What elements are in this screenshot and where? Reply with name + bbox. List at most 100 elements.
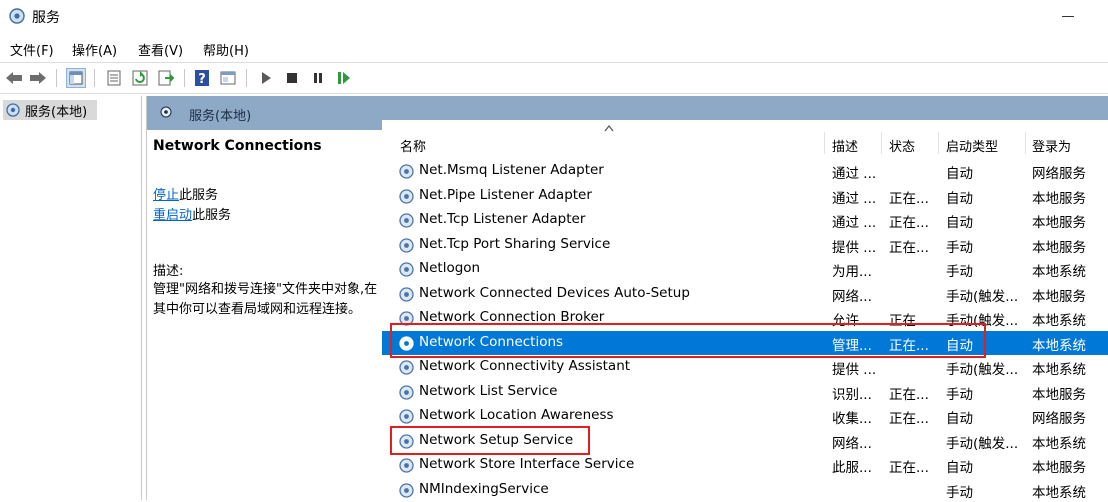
view-icon[interactable] [218,68,238,88]
column-header-log-on-as[interactable]: 登录为 [1032,136,1071,155]
service-startup-type-cell: 自动 [946,460,973,476]
service-description-cell: 通过 ... [832,215,877,231]
service-log-on-as-cell: 本地系统 [1032,435,1086,452]
service-startup-type-cell: 自动 [946,215,973,231]
service-startup-type-cell: 手动 [946,264,973,280]
restart-link[interactable]: 重启动 [153,208,192,223]
menu-action[interactable]: 操作(A) [72,40,117,59]
service-name-cell: Network Location Awareness [419,407,614,423]
column-header-row: 名称 描述 状态 启动类型 登录为 [382,120,1108,156]
service-row[interactable]: Network Connectivity Assistant 提供 ... 手动(触… [382,355,1108,379]
menu-help[interactable]: 帮助(H) [203,40,249,59]
service-name-cell: Network List Service [419,382,558,399]
service-name-cell: Net.Tcp Port Sharing Service [419,235,611,252]
service-startup-type-cell: 手动(触发... [946,288,1019,305]
menu-bar: 文件(F) 操作(A) 查看(V) 帮助(H) [0,36,1108,60]
service-name-cell: Net.Msmq Listener Adapter [419,162,604,178]
column-header-status[interactable]: 状态 [889,136,915,155]
service-row[interactable]: Network Store Interface Service 此服... 正在..… [382,453,1108,477]
pane-header-title: 服务(本地) [189,109,252,124]
service-gear-icon [398,163,415,180]
service-description-cell: 网络... [832,435,872,452]
service-gear-icon [398,261,415,278]
service-name-cell: Net.Pipe Listener Adapter [419,186,592,203]
service-gear-icon [398,457,415,474]
menu-file[interactable]: 文件(F) [10,40,54,59]
service-description-cell: 为用... [832,264,872,280]
service-log-on-as-cell: 本地服务 [1032,386,1086,403]
service-row[interactable]: NMIndexingService 手动 本地系统 [382,478,1108,502]
description-label: 描述: [153,264,184,279]
play-icon[interactable] [256,68,276,88]
column-header-description[interactable]: 描述 [832,136,858,155]
window-title: 服务 [32,10,60,26]
forward-arrow-icon[interactable] [28,68,48,88]
service-status-cell: 正在... [889,239,929,256]
restart-suffix: 此服务 [192,208,232,223]
refresh-icon[interactable] [130,68,150,88]
stop-link[interactable]: 停止 [153,188,179,203]
service-row[interactable]: Net.Msmq Listener Adapter 通过 ... 自动 网络服务 [382,159,1108,183]
service-description-cell: 提供 ... [832,362,877,378]
service-startup-type-cell: 自动 [946,190,973,207]
service-name-cell: NMIndexingService [419,480,549,497]
highlight-network-connections [390,323,986,358]
toolbar: ? [0,62,1108,94]
service-log-on-as-cell: 本地服务 [1032,215,1086,231]
service-gear-icon [398,212,415,229]
restart-service-action: 重启动此服务 [153,204,231,223]
service-startup-type-cell: 手动(触发... [946,435,1019,452]
service-log-on-as-cell: 本地系统 [1032,484,1086,501]
properties-icon[interactable] [104,68,124,88]
service-row[interactable]: Network Location Awareness 收集... 正在... 自动 网络… [382,404,1108,428]
service-name-cell: Network Connectivity Assistant [419,358,631,374]
service-log-on-as-cell: 网络服务 [1032,166,1086,182]
service-row[interactable]: Network Connected Devices Auto-Setup 网络..… [382,282,1108,306]
pause-icon[interactable] [308,68,328,88]
service-name-cell: Netlogon [419,260,481,276]
tree-item-services-local[interactable]: 服务(本地) [3,100,97,120]
service-gear-icon [398,384,415,401]
selected-service-name: Network Connections [153,138,322,154]
service-row[interactable]: Network List Service 识别... 正在... 手动 本地服务 [382,380,1108,404]
gear-icon [6,103,20,117]
gear-icon [160,106,172,118]
service-log-on-as-cell: 本地系统 [1032,313,1086,329]
service-name-cell: Network Store Interface Service [419,456,635,472]
service-startup-type-cell: 自动 [946,166,973,182]
service-name-cell: Net.Tcp Listener Adapter [419,211,586,227]
help-icon[interactable]: ? [192,68,212,88]
service-gear-icon [398,286,415,303]
column-header-startup-type[interactable]: 启动类型 [946,136,998,155]
service-description-panel: Network Connections 停止此服务 重启动此服务 描述: 管理"… [147,130,387,500]
service-status-cell: 正在... [889,460,929,476]
menu-view[interactable]: 查看(V) [138,40,183,59]
service-row[interactable]: Netlogon 为用... 手动 本地系统 [382,257,1108,281]
column-header-name[interactable]: 名称 [400,136,426,155]
service-row[interactable]: Net.Tcp Port Sharing Service 提供 ... 正在... 手… [382,233,1108,257]
tree-item-label: 服务(本地) [25,104,88,120]
back-arrow-icon[interactable] [4,68,24,88]
minimize-button[interactable] [1062,16,1074,17]
service-log-on-as-cell: 本地服务 [1032,460,1086,476]
service-log-on-as-cell: 本地系统 [1032,264,1086,280]
console-tree-icon[interactable] [66,68,86,88]
stop-icon[interactable] [282,68,302,88]
export-list-icon[interactable] [156,68,176,88]
service-description-cell: 识别... [832,386,872,403]
service-row[interactable]: Net.Pipe Listener Adapter 通过 ... 正在... 自动 本地… [382,184,1108,208]
service-startup-type-cell: 手动 [946,484,973,501]
service-status-cell: 正在... [889,411,929,427]
service-log-on-as-cell: 本地服务 [1032,190,1086,207]
service-row[interactable]: Net.Tcp Listener Adapter 通过 ... 正在... 自动 本地服… [382,208,1108,232]
sort-ascending-icon [604,125,614,132]
service-startup-type-cell: 手动 [946,386,973,403]
title-bar: 服务 [0,0,1108,34]
service-startup-type-cell: 手动(触发... [946,362,1019,378]
service-description-cell: 通过 ... [832,190,877,207]
service-log-on-as-cell: 网络服务 [1032,411,1086,427]
resume-icon[interactable] [334,68,354,88]
service-startup-type-cell: 手动 [946,239,973,256]
service-log-on-as-cell: 本地服务 [1032,288,1086,305]
service-log-on-as-cell: 本地服务 [1032,239,1086,256]
